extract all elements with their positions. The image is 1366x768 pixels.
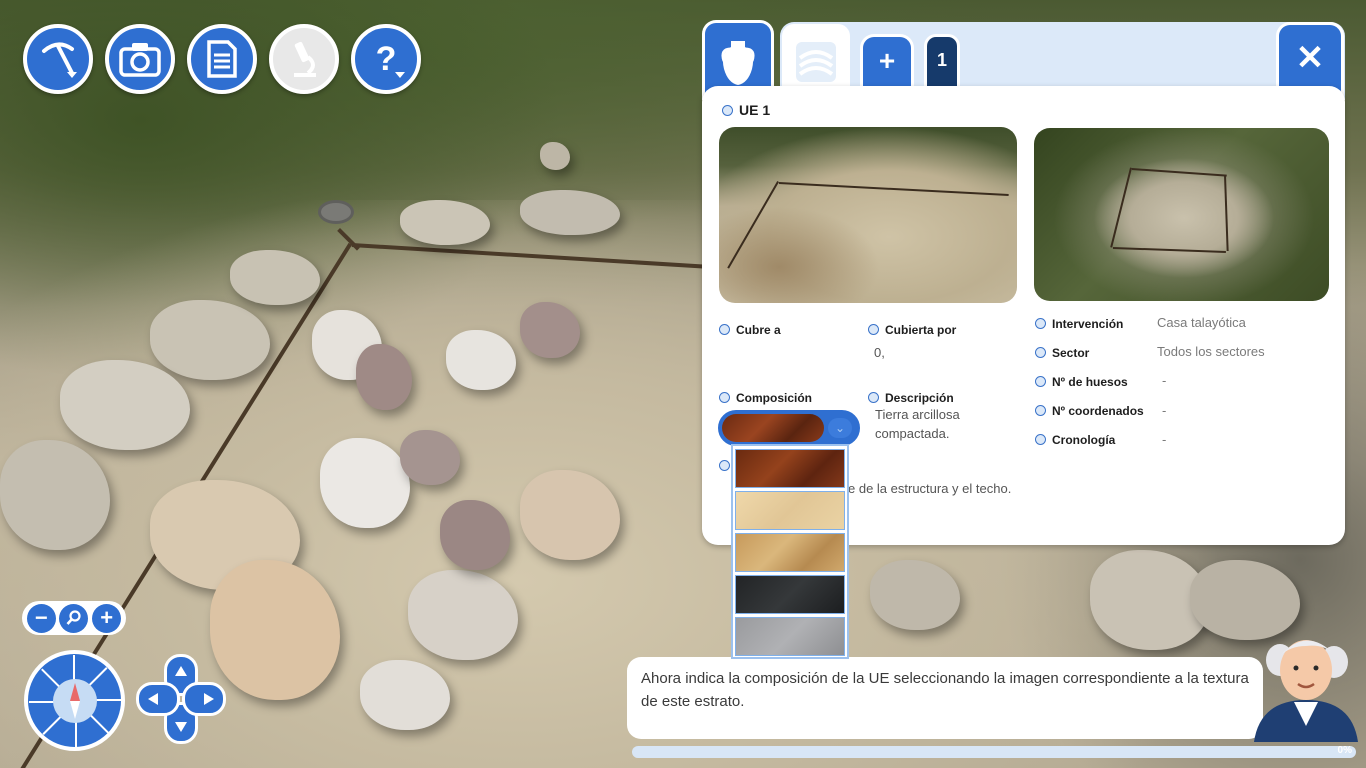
- info-icon[interactable]: [868, 392, 879, 403]
- info-icon[interactable]: [868, 324, 879, 335]
- field-value-coordenados: -: [1162, 403, 1167, 418]
- field-label-composicion: Composición: [719, 391, 812, 405]
- question-icon: ?: [375, 39, 397, 78]
- field-label-huesos: Nº de huesos: [1035, 375, 1128, 389]
- amphora-icon: [721, 40, 755, 85]
- field-value-interpretacion[interactable]: e de la estructura y el techo.: [848, 481, 1011, 496]
- task-progress-bar: 0%: [632, 745, 1356, 758]
- grid-line: [1131, 168, 1227, 177]
- progress-label: 0%: [1337, 745, 1352, 756]
- excavate-tool-button[interactable]: [23, 24, 93, 94]
- composition-selected-swatch: [722, 414, 824, 442]
- field-value-cronologia: -: [1162, 432, 1167, 447]
- field-label-descripcion: Descripción: [868, 391, 954, 405]
- rotation-compass[interactable]: [24, 650, 125, 751]
- records-button[interactable]: [187, 24, 257, 94]
- grid-line: [778, 182, 1009, 197]
- info-icon[interactable]: [1035, 434, 1046, 445]
- unit-photo-aerial[interactable]: [1034, 128, 1329, 301]
- field-value-huesos: -: [1162, 373, 1167, 388]
- field-label-intervencion: Intervención: [1035, 317, 1123, 331]
- composition-option-stone[interactable]: [735, 617, 845, 656]
- stake-marker: [318, 200, 354, 224]
- field-label-cubierta-por: Cubierta por: [868, 323, 956, 337]
- camera-button[interactable]: [105, 24, 175, 94]
- field-label-cubre-a: Cubre a: [719, 323, 781, 337]
- field-value-sector: Todos los sectores: [1157, 344, 1265, 359]
- composition-option-ash[interactable]: [735, 575, 845, 614]
- chevron-down-icon: [67, 72, 77, 78]
- magnifier-icon: [66, 609, 81, 625]
- movement-dpad: [136, 654, 226, 744]
- zoom-reset-button[interactable]: [59, 603, 89, 633]
- chevron-down-icon[interactable]: ⌄: [828, 418, 852, 438]
- guide-avatar: [1250, 630, 1362, 742]
- layers-icon: [796, 42, 836, 82]
- info-icon[interactable]: [719, 324, 730, 335]
- info-icon[interactable]: [719, 460, 730, 471]
- help-button[interactable]: ?: [351, 24, 421, 94]
- zoom-controls: − +: [22, 601, 126, 635]
- info-icon[interactable]: [1035, 376, 1046, 387]
- composition-option-gravel[interactable]: [735, 533, 845, 572]
- composition-option-sand[interactable]: [735, 491, 845, 530]
- field-value-descripcion[interactable]: Tierra arcillosa compactada.: [875, 405, 993, 443]
- camera-icon: [119, 43, 161, 77]
- info-icon[interactable]: [722, 105, 733, 116]
- grid-line: [1110, 167, 1132, 248]
- composition-dropdown: [731, 444, 849, 659]
- rock: [540, 142, 570, 170]
- info-icon[interactable]: [719, 392, 730, 403]
- zoom-out-button[interactable]: −: [26, 603, 56, 633]
- unit-photo-perspective[interactable]: [719, 127, 1017, 303]
- field-label-sector: Sector: [1035, 346, 1089, 360]
- arrows-icon: [148, 666, 214, 732]
- info-icon[interactable]: [1035, 347, 1046, 358]
- dialog-text: Ahora indica la composición de la UE sel…: [641, 670, 1249, 710]
- field-label-cronologia: Cronología: [1035, 433, 1115, 447]
- field-value-cubierta-por[interactable]: 0,: [874, 345, 885, 360]
- document-icon: [207, 40, 237, 78]
- microscope-button[interactable]: [269, 24, 339, 94]
- composition-select[interactable]: ⌄: [718, 410, 860, 446]
- archaeologist-avatar-icon: [1254, 640, 1358, 742]
- composition-option-clay[interactable]: [735, 449, 845, 488]
- rock: [520, 190, 620, 235]
- zoom-in-button[interactable]: +: [92, 603, 122, 633]
- microscope-icon: [294, 41, 316, 77]
- field-value-intervencion: Casa talayótica: [1157, 315, 1246, 330]
- info-icon[interactable]: [1035, 318, 1046, 329]
- grid-line: [727, 181, 779, 269]
- unit-title: UE 1: [722, 102, 770, 118]
- grid-line: [1112, 247, 1226, 253]
- compass-needle-icon: [69, 682, 80, 719]
- chevron-down-icon: [395, 72, 405, 78]
- field-label-coordenados: Nº coordenados: [1035, 404, 1144, 418]
- info-icon[interactable]: [1035, 405, 1046, 416]
- guide-dialog: Ahora indica la composición de la UE sel…: [627, 657, 1263, 739]
- compass-hub: [52, 678, 97, 723]
- grid-line: [1224, 175, 1229, 252]
